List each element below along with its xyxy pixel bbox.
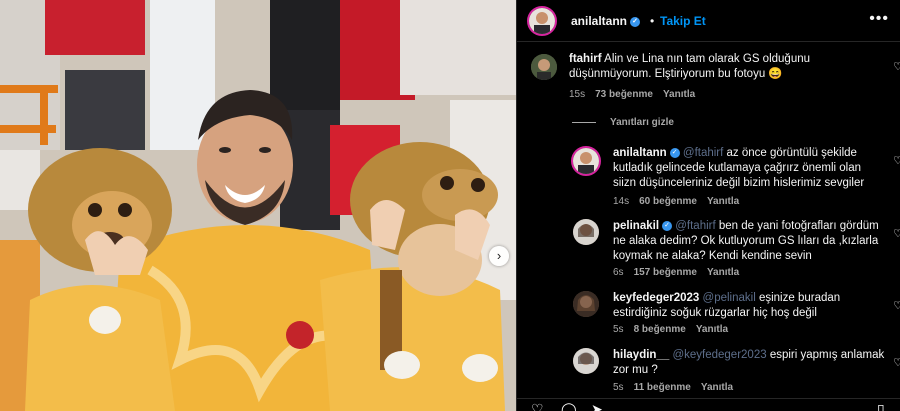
comment-body: Alin ve Lina nın tam olarak GS olduğunu … [569, 53, 811, 80]
post-photo[interactable]: › [0, 0, 516, 411]
hide-replies-button[interactable]: Yanıtları gizle [572, 117, 674, 128]
comment-time: 5s [613, 324, 624, 335]
commenter-avatar[interactable] [571, 146, 601, 176]
comment-likes[interactable]: 8 beğenme [634, 324, 686, 335]
comment-mention[interactable]: @pelinakil [703, 292, 756, 304]
commenter-avatar[interactable] [573, 219, 599, 245]
author-avatar[interactable] [527, 6, 557, 36]
comment-text: ftahirf Alin ve Lina nın tam olarak GS o… [569, 52, 884, 82]
post-actions-bar: ♡ ◯ ➤ ▯ [517, 398, 900, 411]
comment-text: keyfedeger2023 @pelinakil eşinize burada… [613, 291, 885, 321]
comment-item: hilaydin__ @keyfedeger2023 espiri yapmış… [517, 348, 900, 394]
comment-likes[interactable]: 60 beğenme [639, 196, 697, 207]
author-username-text[interactable]: anilaltann [571, 14, 627, 28]
carousel-next-icon[interactable]: › [489, 246, 509, 266]
commenter-avatar[interactable] [531, 54, 557, 80]
comment-icon[interactable]: ◯ [561, 401, 577, 411]
comment-likes[interactable]: 73 beğenme [595, 89, 653, 100]
comment-mention[interactable]: @ftahirf [675, 220, 715, 232]
commenter-avatar[interactable] [573, 348, 599, 374]
verified-badge-icon: ✓ [662, 220, 673, 231]
more-options-icon[interactable]: ••• [869, 10, 889, 28]
comment-text: anilaltann ✓ @ftahirf az önce görüntülü ş… [613, 146, 885, 191]
like-icon[interactable]: ♡ [531, 401, 544, 411]
comment-likes[interactable]: 11 beğenme [634, 382, 691, 393]
comment-meta: 15s 73 beğenme Yanıtla [569, 89, 705, 100]
comment-item: pelinakil ✓ @ftahirf ben de yani fotoğraf… [517, 219, 900, 279]
header-separator: • [650, 14, 655, 28]
heart-icon[interactable]: ♡ [893, 154, 900, 167]
comment-text: hilaydin__ @keyfedeger2023 espiri yapmış… [613, 348, 885, 378]
reply-button[interactable]: Yanıtla [701, 382, 733, 393]
reply-button[interactable]: Yanıtla [707, 196, 739, 207]
reply-button[interactable]: Yanıtla [663, 89, 695, 100]
comments-panel: anilaltann ✓ • Takip Et ••• ftahirf Alin … [516, 0, 900, 411]
comment-username[interactable]: keyfedeger2023 [613, 292, 699, 304]
heart-icon[interactable]: ♡ [893, 227, 900, 240]
post-header: anilaltann ✓ • Takip Et ••• [517, 0, 900, 42]
comment-likes[interactable]: 157 beğenme [634, 267, 697, 278]
reply-button[interactable]: Yanıtla [696, 324, 728, 335]
follow-button[interactable]: Takip Et [660, 14, 706, 28]
share-icon[interactable]: ➤ [591, 401, 603, 411]
verified-badge-icon: ✓ [630, 16, 641, 27]
author-username[interactable]: anilaltann ✓ [571, 14, 641, 28]
verified-badge-icon: ✓ [669, 147, 680, 158]
comment-username[interactable]: pelinakil [613, 220, 659, 232]
commenter-avatar[interactable] [573, 291, 599, 317]
comment-meta: 5s 11 beğenme Yanıtla [613, 382, 743, 393]
comment-time: 14s [613, 196, 630, 207]
post-photo-illustration [0, 0, 516, 411]
comment-text: pelinakil ✓ @ftahirf ben de yani fotoğraf… [613, 219, 885, 264]
comment-meta: 5s 8 beğenme Yanıtla [613, 324, 738, 335]
comment-username[interactable]: anilaltann [613, 147, 667, 159]
comment-item: keyfedeger2023 @pelinakil eşinize burada… [517, 291, 900, 337]
heart-icon[interactable]: ♡ [893, 60, 900, 73]
comment-time: 6s [613, 267, 624, 278]
bookmark-icon[interactable]: ▯ [877, 401, 885, 411]
comment-mention[interactable]: @ftahirf [683, 147, 723, 159]
comment-username[interactable]: hilaydin__ [613, 349, 669, 361]
comment-username[interactable]: ftahirf [569, 53, 602, 65]
comment-time: 15s [569, 89, 586, 100]
comment-meta: 6s 157 beğenme Yanıtla [613, 267, 749, 278]
comment-mention[interactable]: @keyfedeger2023 [672, 349, 766, 361]
comment-item: anilaltann ✓ @ftahirf az önce görüntülü ş… [517, 146, 900, 207]
comment-meta: 14s 60 beğenme Yanıtla [613, 196, 749, 207]
heart-icon[interactable]: ♡ [893, 356, 900, 369]
comment-item: ftahirf Alin ve Lina nın tam olarak GS o… [517, 52, 900, 107]
reply-button[interactable]: Yanıtla [707, 267, 739, 278]
heart-icon[interactable]: ♡ [893, 299, 900, 312]
comment-time: 5s [613, 382, 624, 393]
